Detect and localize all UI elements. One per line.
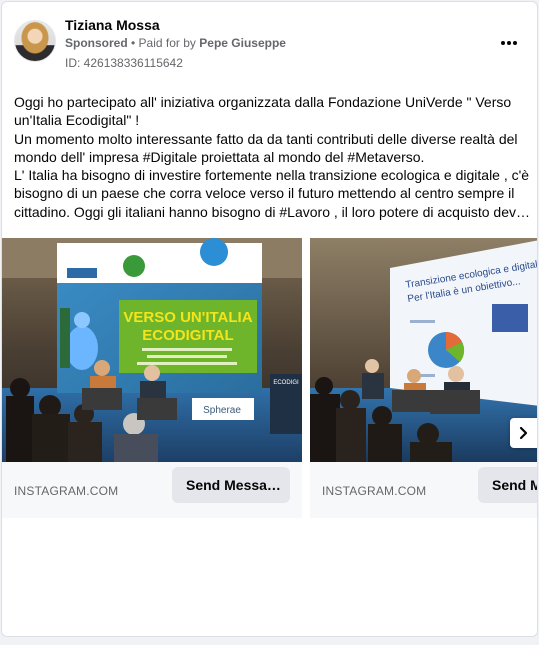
post-text-line: bisogno di un paese che corra veloce ver… xyxy=(14,185,515,202)
paid-for-by-name: Pepe Giuseppe xyxy=(199,36,286,50)
svg-text:Spherae: Spherae xyxy=(203,405,241,416)
link-domain[interactable]: INSTAGRAM.COM xyxy=(14,484,118,498)
post-text-line: L' Italia ha bisogno di investire fortem… xyxy=(14,167,530,184)
post-text-line: mondo dell' impresa #Digitale proiettata… xyxy=(14,148,425,165)
post-text-line: Un momento molto interessante fatto da d… xyxy=(14,130,518,147)
post-text-line: un'Italia Ecodigital" ! xyxy=(14,112,140,129)
carousel-slide[interactable]: Transizione ecologica e digitale. Per l'… xyxy=(310,238,537,518)
svg-text:VERSO UN'ITALIA: VERSO UN'ITALIA xyxy=(123,309,252,326)
media-carousel: VERSO UN'ITALIA ECODIGITAL Spherae ECODI… xyxy=(2,238,537,518)
event-photo[interactable]: Transizione ecologica e digitale. Per l'… xyxy=(310,238,537,462)
chevron-right-icon[interactable] xyxy=(510,418,537,448)
link-domain[interactable]: INSTAGRAM.COM xyxy=(322,484,426,498)
dot xyxy=(513,41,517,45)
carousel-slide[interactable]: VERSO UN'ITALIA ECODIGITAL Spherae ECODI… xyxy=(2,238,302,518)
svg-text:ECODIGI: ECODIGI xyxy=(273,380,299,386)
dot xyxy=(501,41,505,45)
svg-text:ECODIGITAL: ECODIGITAL xyxy=(142,327,233,344)
dot xyxy=(507,41,511,45)
author-name[interactable]: Tiziana Mossa xyxy=(65,17,160,33)
more-options-icon[interactable] xyxy=(496,32,522,52)
paid-for-prefix: • Paid for by xyxy=(131,36,196,50)
send-message-button[interactable]: Send Messa… xyxy=(172,467,290,503)
post-text: Oggi ho partecipato all' iniziativa orga… xyxy=(14,93,530,221)
event-photo[interactable]: VERSO UN'ITALIA ECODIGITAL Spherae ECODI… xyxy=(2,238,302,462)
sponsored-meta: Sponsored • Paid for by Pepe Giuseppe xyxy=(65,36,286,50)
author-avatar[interactable] xyxy=(14,20,56,62)
post-text-line: cittadino. Oggi gli italiani hanno bisog… xyxy=(14,203,530,220)
ad-card: Tiziana Mossa Sponsored • Paid for by Pe… xyxy=(1,1,538,637)
sponsored-label: Sponsored xyxy=(65,36,128,50)
ad-id: ID: 426138336115642 xyxy=(65,56,183,70)
send-message-button[interactable]: Send M xyxy=(478,467,537,503)
post-text-line: Oggi ho partecipato all' iniziativa orga… xyxy=(14,94,512,110)
